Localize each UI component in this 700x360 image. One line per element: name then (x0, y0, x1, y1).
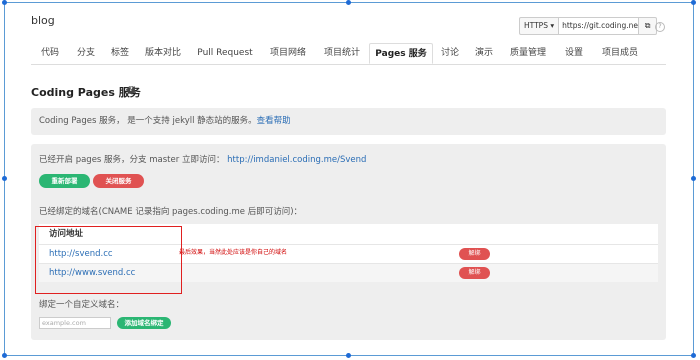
repo-name: blog (31, 14, 55, 27)
help-link[interactable]: 查看帮助 (257, 116, 291, 126)
tab-pages[interactable]: Pages 服务 (369, 43, 433, 64)
domain-link[interactable]: http://www.svend.cc (49, 268, 135, 278)
help-icon[interactable]: ? (655, 22, 665, 32)
tab-compare[interactable]: 版本对比 (137, 43, 189, 64)
resize-handle[interactable] (346, 353, 351, 358)
domain-link[interactable]: http://svend.cc (49, 249, 113, 259)
tab-tags[interactable]: 标签 (103, 43, 137, 64)
resize-handle[interactable] (2, 353, 7, 358)
pages-status-text: 已经开启 pages 服务，分支 master 立即访问： http://imd… (39, 153, 366, 165)
resize-handle[interactable] (691, 353, 696, 358)
custom-domain-title: 绑定一个自定义域名： (39, 300, 125, 310)
resize-handle[interactable] (2, 0, 7, 5)
protocol-select[interactable]: HTTPS ▾ (519, 17, 560, 35)
tab-pull-request[interactable]: Pull Request (189, 43, 261, 64)
info-text: Coding Pages 服务， 是一个支持 jekyll 静态站的服务。 (39, 116, 257, 126)
info-box: Coding Pages 服务， 是一个支持 jekyll 静态站的服务。查看帮… (31, 108, 666, 135)
tab-stats[interactable]: 项目统计 (315, 43, 369, 64)
status-label: 已经开启 pages 服务，分支 master 立即访问： (39, 155, 225, 165)
close-service-button[interactable]: 关闭服务 (93, 174, 144, 188)
tab-code[interactable]: 代码 (31, 43, 69, 64)
repo-tabs: 代码 分支 标签 版本对比 Pull Request 项目网络 项目统计 Pag… (31, 43, 666, 65)
annotation-text: 最后效果，当然此处应该是你自己的域名 (179, 249, 288, 256)
unbind-button[interactable]: 解绑 (459, 248, 490, 260)
resize-handle[interactable] (346, 0, 351, 5)
resize-handle[interactable] (2, 176, 7, 181)
page: blog HTTPS ▾ https://git.coding.net/ ⧉ ?… (20, 0, 680, 360)
tab-discussion[interactable]: 讨论 (433, 43, 467, 64)
tab-branches[interactable]: 分支 (69, 43, 103, 64)
pages-url-link[interactable]: http://imdaniel.coding.me/Svend (227, 155, 366, 165)
resize-handle[interactable] (691, 176, 696, 181)
bound-domains-title: 已经绑定的域名(CNAME 记录指向 pages.coding.me 后即可访问… (39, 207, 303, 217)
table-row: http://www.svend.cc 解绑 (39, 263, 658, 282)
redeploy-button[interactable]: 重新部署 (39, 174, 90, 188)
table-row: http://svend.cc 解绑 (39, 244, 658, 263)
page-title: Coding Pages 服务 (31, 86, 141, 99)
domain-table: 访问地址 http://svend.cc 解绑 http://www.svend… (39, 224, 658, 282)
domain-input[interactable] (39, 317, 111, 329)
clone-url-bar: HTTPS ▾ https://git.coding.net/ ⧉ (519, 17, 658, 35)
table-header: 访问地址 (39, 224, 658, 244)
question-icon[interactable]: ? (127, 86, 135, 94)
unbind-button[interactable]: 解绑 (459, 267, 490, 279)
tab-settings[interactable]: 设置 (555, 43, 593, 64)
clone-url-field[interactable]: https://git.coding.net/ (559, 17, 640, 35)
copy-icon: ⧉ (644, 21, 651, 30)
pages-panel: 已经开启 pages 服务，分支 master 立即访问： http://imd… (31, 144, 666, 340)
tab-quality[interactable]: 质量管理 (501, 43, 555, 64)
tab-demo[interactable]: 演示 (467, 43, 501, 64)
tab-members[interactable]: 项目成员 (593, 43, 647, 64)
tab-network[interactable]: 项目网络 (261, 43, 315, 64)
add-domain-button[interactable]: 添加域名绑定 (117, 317, 171, 329)
resize-handle[interactable] (691, 0, 696, 5)
